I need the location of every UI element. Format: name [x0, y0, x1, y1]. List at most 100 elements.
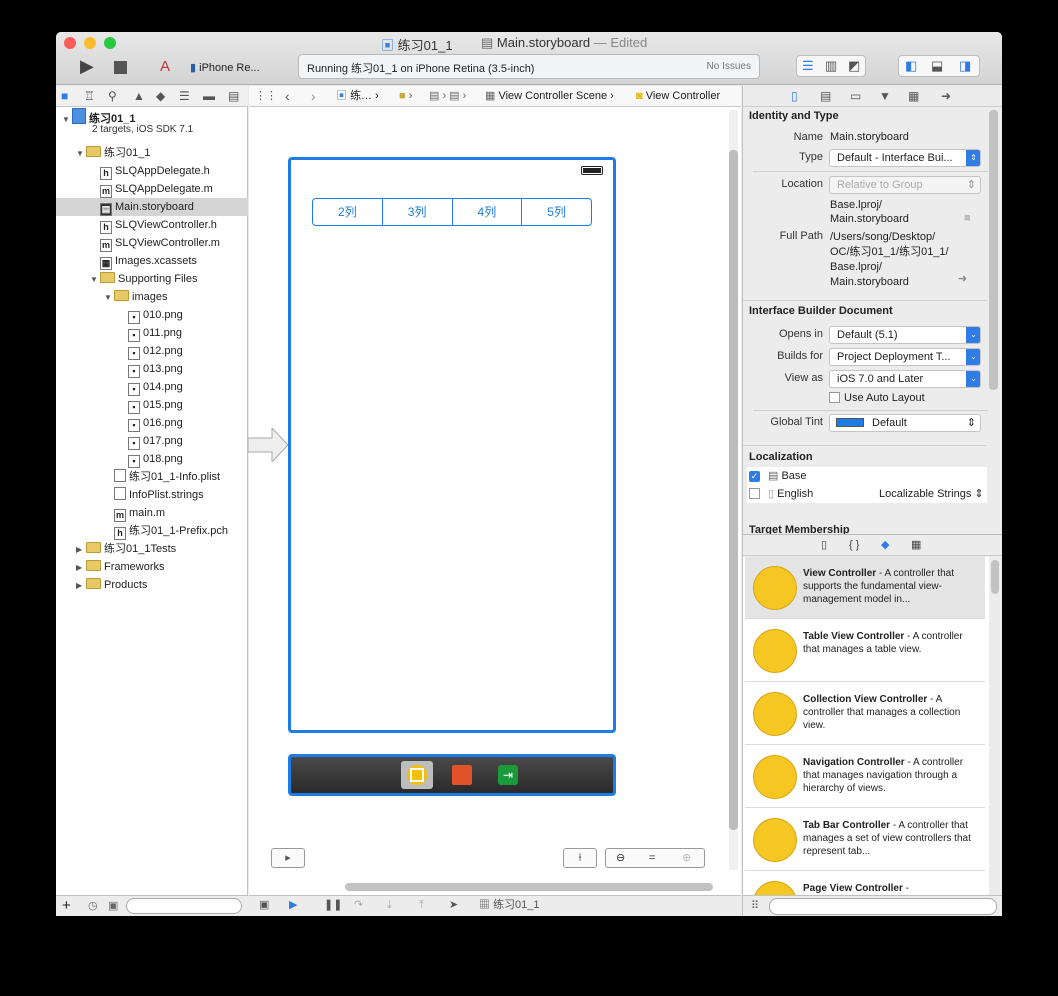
breakpoint-nav-icon[interactable]: ▬ [203, 86, 215, 106]
scm-filter-icon[interactable]: ▣ [108, 899, 118, 912]
zoom-in-icon[interactable]: ⊕ [682, 849, 691, 867]
navigator-item[interactable]: ▼ Supporting Files [56, 270, 248, 288]
inspector-scrollbar[interactable] [989, 110, 998, 390]
search-nav-icon[interactable]: ⚲ [108, 86, 117, 106]
navigator-item[interactable]: h SLQViewController.h [56, 216, 248, 234]
navigator-item[interactable]: ▪ 018.png [56, 450, 248, 468]
assistant-editor-icon[interactable]: ▥ [825, 58, 837, 74]
library-item[interactable]: Tab Bar Controller - A controller that m… [745, 809, 985, 871]
file-inspector-icon[interactable]: ▯ [791, 86, 798, 106]
size-class-button[interactable]: ⍿ [563, 848, 597, 868]
version-editor-icon[interactable]: ◩ [848, 58, 860, 74]
jump-folder[interactable]: ■ › [399, 86, 412, 106]
segment-3[interactable]: 4列 [451, 199, 522, 225]
log-nav-icon[interactable]: ▤ [228, 86, 239, 106]
step-out-icon[interactable]: ⤒ [419, 896, 424, 915]
media-library-icon[interactable]: ▦ [911, 535, 921, 555]
library-item[interactable]: View Controller - A controller that supp… [745, 557, 985, 619]
forward-icon[interactable]: › [311, 86, 316, 106]
test-nav-icon[interactable]: ◆ [156, 86, 165, 106]
disclosure-triangle-icon[interactable]: ▶ [76, 541, 86, 559]
navigator-item[interactable]: ▼ images [56, 288, 248, 306]
navigator-item[interactable]: ▦ Images.xcassets [56, 252, 248, 270]
library-filter-input[interactable] [769, 898, 997, 915]
horizontal-scrollbar[interactable] [345, 883, 713, 891]
grid-view-icon[interactable]: ⠿ [751, 899, 759, 912]
navigator-item[interactable]: ▶ 练习01_1Tests [56, 540, 248, 558]
navigator-item[interactable]: ▼ 练习01_1 [56, 144, 248, 162]
size-inspector-icon[interactable]: ▦ [908, 86, 919, 106]
disclosure-triangle-icon[interactable]: ▶ [76, 577, 86, 595]
zoom-fit-icon[interactable]: = [649, 849, 655, 867]
attributes-inspector-icon[interactable]: ▼ [879, 86, 891, 106]
library-scrollbar[interactable] [991, 560, 999, 594]
disclosure-triangle-icon[interactable]: ▼ [62, 111, 72, 129]
related-items-icon[interactable]: ⋮⋮ [255, 86, 277, 106]
segment-1[interactable]: 2列 [313, 199, 382, 225]
symbol-nav-icon[interactable]: ♖ [84, 86, 95, 106]
breakpoints-icon[interactable]: ▶ [289, 896, 297, 915]
navigator-item[interactable]: 练习01_1-Info.plist [56, 468, 248, 486]
view-as-popup[interactable]: iOS 7.0 and Later ⌄ [829, 370, 981, 388]
recent-filter-icon[interactable]: ◷ [88, 899, 98, 912]
issue-nav-icon[interactable]: ▲ [133, 86, 145, 106]
hide-debug-icon[interactable]: ▣ [259, 896, 269, 915]
vertical-scrollbar[interactable] [729, 110, 738, 870]
step-in-icon[interactable]: ⤓ [387, 896, 392, 915]
step-over-icon[interactable]: ↷ [354, 896, 363, 915]
minimize-button[interactable] [84, 37, 96, 49]
navigator-item[interactable]: ▶ Frameworks [56, 558, 248, 576]
quick-help-icon[interactable]: ▤ [820, 86, 831, 106]
segment-4[interactable]: 5列 [521, 199, 591, 225]
add-icon[interactable]: + [62, 897, 71, 914]
scheme-icon[interactable]: A [160, 58, 170, 75]
run-button[interactable]: ▶ [80, 56, 94, 77]
zoom-button[interactable] [104, 37, 116, 49]
pause-icon[interactable]: ❚❚ [324, 896, 342, 915]
library-item[interactable]: Collection View Controller - A controlle… [745, 683, 985, 745]
segmented-control[interactable]: 2列 3列 4列 5列 [312, 198, 592, 226]
back-icon[interactable]: ‹ [285, 86, 290, 106]
code-snippet-icon[interactable]: { } [849, 535, 859, 555]
debug-nav-icon[interactable]: ☰ [179, 86, 190, 106]
navigator-item[interactable]: h 练习01_1-Prefix.pch [56, 522, 248, 540]
auto-layout-checkbox[interactable]: Use Auto Layout [829, 392, 925, 404]
close-button[interactable] [64, 37, 76, 49]
navigator-item[interactable]: ▪ 012.png [56, 342, 248, 360]
location-popup[interactable]: Relative to Group ⇕ [829, 176, 981, 194]
english-localization-checkbox[interactable]: ▯ English [749, 487, 813, 500]
navigator-item[interactable]: ▪ 011.png [56, 324, 248, 342]
disclosure-triangle-icon[interactable]: ▼ [104, 289, 114, 307]
navigator-item[interactable]: h SLQAppDelegate.h [56, 162, 248, 180]
navigator-item[interactable]: ▪ 017.png [56, 432, 248, 450]
disclosure-triangle-icon[interactable]: ▼ [76, 145, 86, 163]
editor-mode-segment[interactable]: ☰ ▥ ◩ [796, 55, 866, 77]
scheme-destination[interactable]: ▮ iPhone Re... [190, 61, 260, 74]
debug-target[interactable]: ▦ 练习01_1 [479, 896, 540, 915]
navigator-item[interactable]: ▼ 练习01_1 2 targets, iOS SDK 7.1 [56, 108, 248, 135]
navigator-item[interactable]: ▪ 010.png [56, 306, 248, 324]
file-template-icon[interactable]: ▯ [821, 535, 827, 555]
library-item[interactable]: Page View Controller - [745, 872, 985, 895]
navigator-item[interactable]: ▤ Main.storyboard [56, 198, 248, 216]
navigator-item[interactable]: ▶ Products [56, 576, 248, 594]
navigator-item[interactable]: m SLQAppDelegate.m [56, 180, 248, 198]
builds-for-popup[interactable]: Project Deployment T... ⌄ [829, 348, 981, 366]
folder-nav-icon[interactable]: ■ [61, 86, 68, 106]
type-popup[interactable]: Default - Interface Bui... ⇕ [829, 149, 981, 167]
document-outline-toggle[interactable]: ▸ [271, 848, 305, 868]
navigator-toggle-icon[interactable]: ◧ [905, 58, 917, 74]
view-controller-scene[interactable]: 2列 3列 4列 5列 [288, 157, 616, 733]
jump-scene[interactable]: ▦ View Controller Scene › [485, 86, 614, 106]
connections-inspector-icon[interactable]: ➜ [941, 86, 951, 106]
navigator-item[interactable]: m main.m [56, 504, 248, 522]
utilities-toggle-icon[interactable]: ◨ [959, 58, 971, 74]
jump-controller[interactable]: ◙ View Controller [636, 86, 720, 106]
folder-icon[interactable]: ■ [964, 212, 971, 224]
standard-editor-icon[interactable]: ☰ [802, 58, 814, 74]
reveal-arrow-icon[interactable]: ➜ [958, 272, 967, 285]
identity-inspector-icon[interactable]: ▭ [850, 86, 861, 106]
navigator-item[interactable]: ▪ 015.png [56, 396, 248, 414]
navigator-item[interactable]: ▪ 014.png [56, 378, 248, 396]
exit-icon[interactable]: ⇥ [498, 765, 518, 785]
